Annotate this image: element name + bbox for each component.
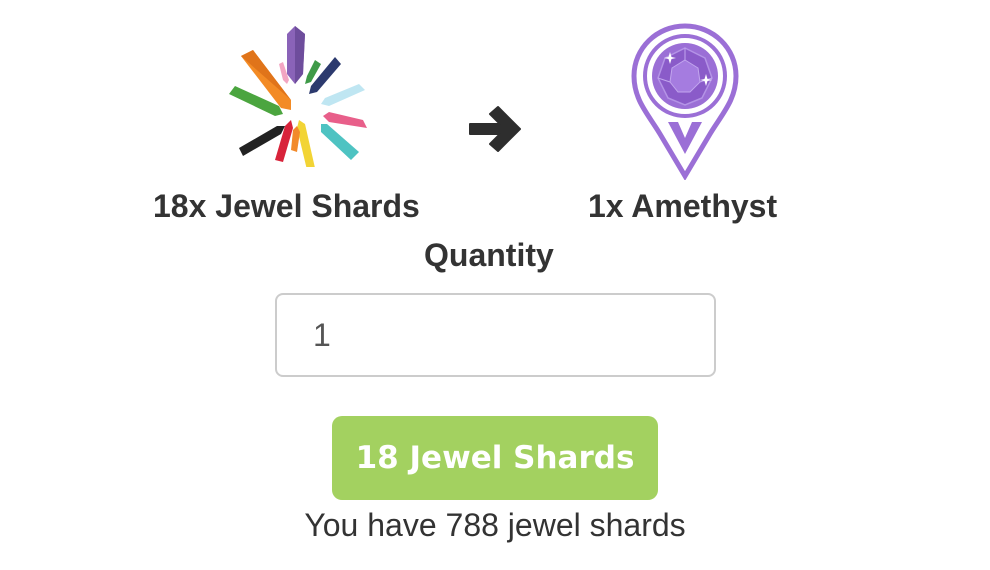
- amethyst-icon: [631, 23, 739, 180]
- from-item-label: 18x Jewel Shards: [153, 188, 420, 224]
- quantity-input[interactable]: [275, 293, 716, 377]
- jewel-shards-icon: [229, 26, 367, 167]
- shard-balance-text: You have 788 jewel shards: [304, 507, 686, 543]
- arrow-right-icon: [469, 106, 521, 152]
- quantity-label: Quantity: [424, 237, 554, 273]
- exchange-panel: 18x Jewel Shards 1x Amethyst Quantity 18…: [0, 0, 990, 570]
- exchange-button-label: 18 Jewel Shards: [355, 440, 635, 476]
- to-item-label: 1x Amethyst: [588, 188, 778, 224]
- exchange-button[interactable]: 18 Jewel Shards: [332, 416, 658, 500]
